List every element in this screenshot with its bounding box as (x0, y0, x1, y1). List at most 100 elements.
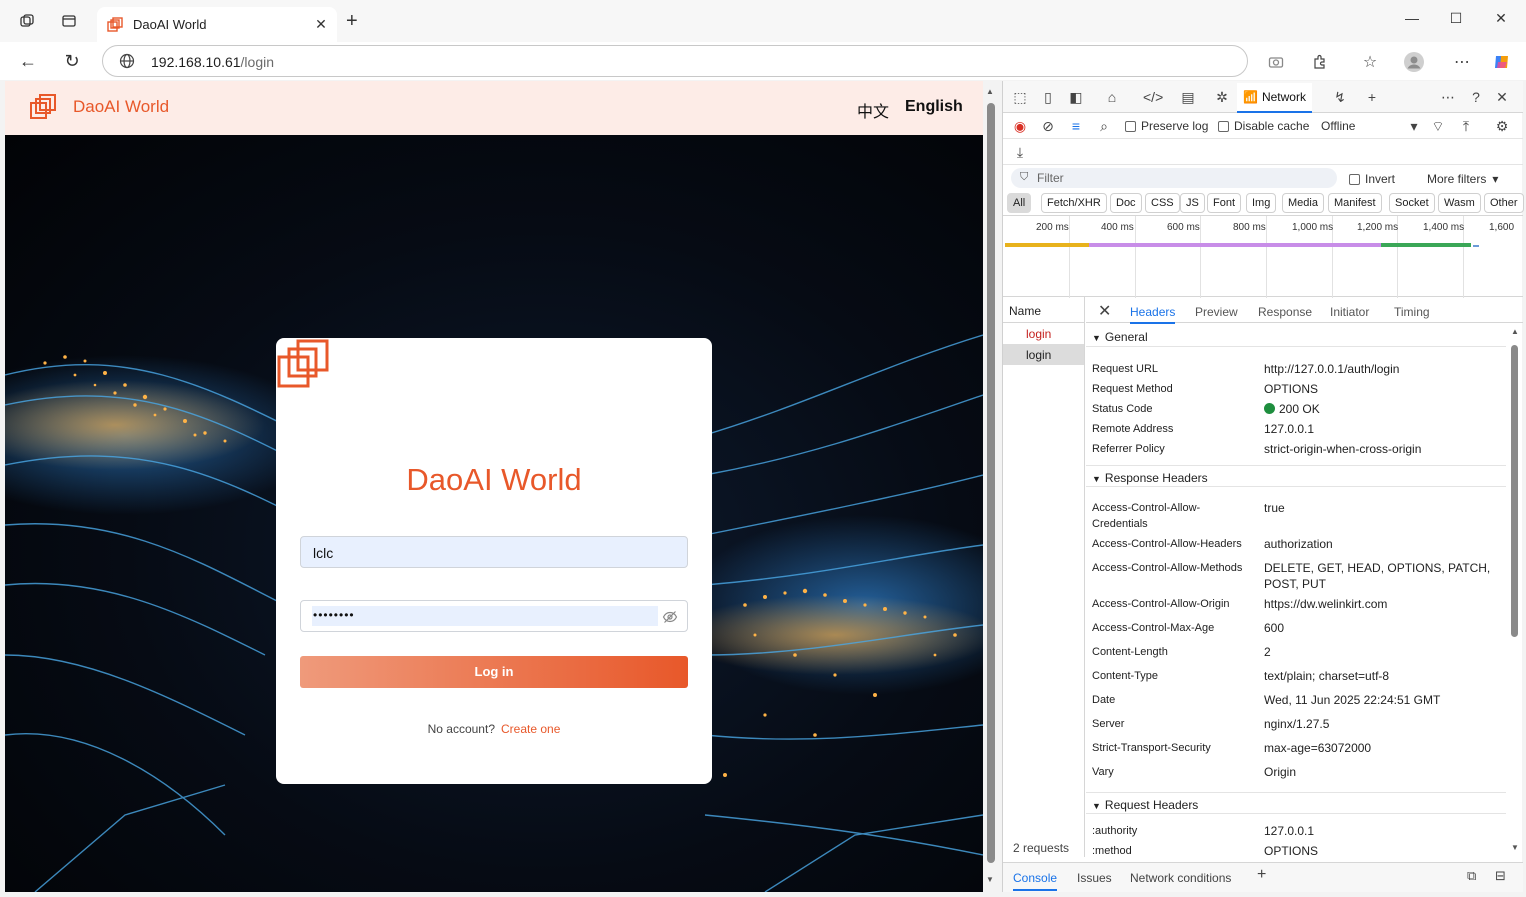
tab-close-icon[interactable]: ✕ (309, 16, 333, 33)
tab-timing[interactable]: Timing (1394, 305, 1430, 319)
type-filter-media[interactable]: Media (1282, 193, 1324, 213)
scroll-down-icon[interactable]: ▼ (986, 875, 994, 884)
filter-toggle-icon[interactable]: ≡ (1067, 117, 1085, 135)
network-conditions-icon[interactable]: ⌔ (1429, 117, 1447, 135)
more-tools-plus-icon[interactable]: + (1363, 88, 1381, 106)
tab-headers[interactable]: Headers (1130, 305, 1176, 324)
console-icon[interactable]: ▤ (1179, 88, 1197, 106)
lang-english-link[interactable]: English (905, 98, 963, 116)
username-input[interactable]: lclc (300, 536, 688, 568)
more-filters-dropdown[interactable]: More filters ▾ (1427, 172, 1498, 186)
performance-icon[interactable]: ↯ (1331, 88, 1349, 106)
type-filter-socket[interactable]: Socket (1389, 193, 1435, 213)
filter-input[interactable]: ⛉ Filter (1011, 168, 1337, 188)
new-tab-icon[interactable]: + (346, 11, 358, 31)
help-icon[interactable]: ? (1467, 88, 1485, 106)
tab-actions-icon[interactable] (60, 12, 78, 30)
type-filter-wasm[interactable]: Wasm (1438, 193, 1481, 213)
devtools-close-icon[interactable]: ✕ (1493, 88, 1511, 106)
type-filter-manifest[interactable]: Manifest (1328, 193, 1382, 213)
extensions-icon[interactable] (1310, 52, 1330, 72)
drawer-tab-issues[interactable]: Issues (1077, 871, 1112, 885)
back-icon[interactable]: ← (18, 51, 38, 71)
favorites-icon[interactable]: ☆ (1360, 52, 1380, 72)
lang-chinese-link[interactable]: 中文 (857, 98, 889, 122)
reload-icon[interactable]: ↻ (62, 51, 82, 71)
detail-scroll-down-icon[interactable]: ▼ (1511, 843, 1519, 852)
window-close-icon[interactable]: ✕ (1486, 10, 1516, 32)
record-icon[interactable]: ◉ (1011, 117, 1029, 135)
minimize-icon[interactable]: — (1397, 10, 1427, 32)
preserve-log-checkbox[interactable]: Preserve log (1125, 119, 1208, 133)
request-row[interactable]: login (1003, 323, 1084, 344)
type-filter-fetch-xhr[interactable]: Fetch/XHR (1041, 193, 1107, 213)
globe-icon (119, 53, 135, 69)
export-har-icon[interactable]: ⤓ (1011, 143, 1029, 161)
response-headers-section-header[interactable]: ▼ Response Headers (1086, 465, 1506, 487)
devtools-menu-icon[interactable]: ⋯ (1439, 88, 1457, 106)
disable-cache-box[interactable] (1218, 120, 1229, 132)
general-section-header[interactable]: ▼ General (1086, 325, 1506, 347)
tab-preview[interactable]: Preview (1195, 305, 1238, 319)
copilot-icon[interactable] (1492, 52, 1512, 72)
scroll-up-icon[interactable]: ▲ (986, 87, 994, 96)
workspaces-icon[interactable] (18, 12, 36, 30)
type-filter-doc[interactable]: Doc (1110, 193, 1142, 213)
request-row-selected[interactable]: login (1003, 344, 1084, 365)
site-logo-icon[interactable] (29, 93, 57, 121)
inspect-element-icon[interactable]: ⬚ (1011, 88, 1029, 106)
screenshot-icon[interactable] (1266, 52, 1286, 72)
page-scrollbar[interactable]: ▲ ▼ (984, 81, 998, 892)
type-filter-other[interactable]: Other (1484, 193, 1524, 213)
detail-close-icon[interactable]: ✕ (1098, 301, 1111, 321)
address-bar[interactable]: 192.168.10.61/login (102, 45, 1248, 77)
more-options-icon[interactable]: ⋯ (1452, 52, 1472, 72)
elements-icon[interactable]: </> (1143, 88, 1163, 106)
invert-box[interactable] (1349, 173, 1360, 185)
password-input[interactable]: •••••••• (300, 600, 688, 632)
preserve-log-box[interactable] (1125, 120, 1136, 132)
eye-off-icon[interactable] (662, 609, 678, 625)
timeline-gridline (1135, 216, 1136, 298)
drawer-collapse-icon[interactable]: ⊟ (1495, 868, 1506, 884)
tab-initiator[interactable]: Initiator (1330, 305, 1369, 319)
drawer-dock-icon[interactable]: ⧉ (1467, 868, 1476, 884)
timeline-tick-label: 1,600 (1489, 222, 1515, 233)
drawer-tab-console[interactable]: Console (1013, 871, 1058, 891)
import-har-icon[interactable]: ⤒ (1457, 117, 1475, 135)
drawer-tab-network-conditions[interactable]: Network conditions (1130, 871, 1231, 885)
detail-scrollbar[interactable]: ▲ ▼ (1508, 323, 1522, 857)
detail-scroll-up-icon[interactable]: ▲ (1511, 327, 1519, 336)
dock-side-icon[interactable]: ◧ (1067, 88, 1085, 106)
type-filter-all[interactable]: All (1007, 193, 1032, 213)
sources-bug-icon[interactable]: ✲ (1213, 88, 1231, 106)
maximize-icon[interactable]: ☐ (1441, 10, 1471, 32)
search-icon[interactable]: ⌕ (1095, 117, 1113, 135)
type-filter-css[interactable]: CSS (1145, 193, 1180, 213)
throttle-select[interactable]: Offline (1321, 119, 1355, 133)
create-account-link[interactable]: Create one (501, 722, 560, 736)
tab-network[interactable]: 📶 Network (1237, 83, 1312, 113)
detail-scrollbar-thumb[interactable] (1511, 345, 1518, 637)
clear-icon[interactable]: ⊘ (1039, 117, 1057, 135)
device-toolbar-icon[interactable]: ▯ (1039, 88, 1057, 106)
disable-cache-checkbox[interactable]: Disable cache (1218, 119, 1309, 133)
profile-avatar[interactable] (1404, 52, 1424, 72)
site-name[interactable]: DaoAI World (73, 97, 169, 117)
login-button[interactable]: Log in (300, 656, 688, 688)
network-timeline[interactable]: 200 ms 400 ms 600 ms 800 ms 1,000 ms 1,2… (1003, 215, 1523, 298)
network-settings-gear-icon[interactable]: ⚙ (1493, 117, 1511, 135)
page-scrollbar-thumb[interactable] (987, 103, 995, 863)
request-headers-section-header[interactable]: ▼ Request Headers (1086, 792, 1506, 814)
type-filter-font[interactable]: Font (1207, 193, 1242, 213)
tab-response[interactable]: Response (1258, 305, 1312, 319)
throttle-chevron-down-icon[interactable]: ▾ (1405, 117, 1423, 135)
type-filter-img[interactable]: Img (1246, 193, 1277, 213)
welcome-home-icon[interactable]: ⌂ (1103, 88, 1121, 106)
browser-tab[interactable]: DaoAI World ✕ (97, 7, 337, 42)
type-filter-js[interactable]: JS (1180, 193, 1205, 213)
request-list-header[interactable]: Name (1003, 297, 1084, 323)
timeline-bar-stalled (1005, 243, 1089, 247)
drawer-add-tab-icon[interactable]: + (1257, 866, 1266, 884)
invert-checkbox[interactable]: Invert (1349, 172, 1395, 186)
